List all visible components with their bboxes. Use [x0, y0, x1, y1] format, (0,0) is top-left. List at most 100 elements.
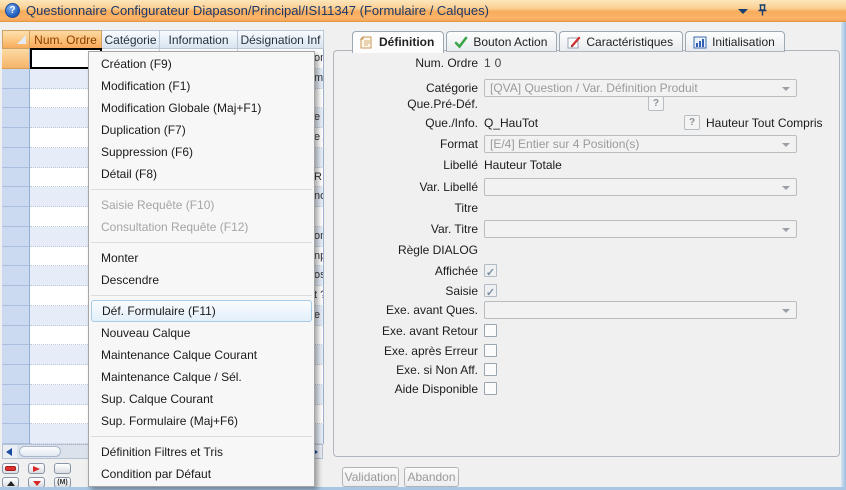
select-all-corner-cell[interactable]	[2, 30, 30, 49]
row-selector[interactable]	[2, 286, 30, 306]
dropdown-value	[490, 179, 776, 195]
field-label-exe-avant-ques: Exe. avant Ques.	[340, 302, 478, 318]
grid-button-run[interactable]	[28, 463, 45, 474]
dropdown-var-titre[interactable]	[484, 220, 797, 238]
abandon-button[interactable]: Abandon	[404, 467, 459, 487]
checkbox-exe-avant-retour[interactable]	[484, 324, 497, 337]
menu-separator	[89, 432, 314, 441]
dropdown-cat-gorie[interactable]: [QVA] Question / Var. Définition Produit	[484, 79, 797, 97]
dropdown-value: [E/4] Entier sur 4 Position(s)	[490, 136, 776, 152]
checkbox-exe-si-non-aff[interactable]	[484, 363, 497, 376]
chevron-down-icon	[782, 309, 790, 313]
row-selector[interactable]	[2, 345, 30, 365]
field-label-libell: Libellé	[340, 157, 478, 173]
question-button-que-pr-d-f[interactable]: ?	[648, 96, 664, 111]
row-selector[interactable]	[2, 207, 30, 227]
field-label-exe-avant-retour: Exe. avant Retour	[340, 323, 478, 339]
corner-triangle-icon	[17, 35, 26, 44]
pin-icon[interactable]	[757, 4, 768, 17]
row-selector[interactable]	[2, 128, 30, 148]
menu-separator	[89, 291, 314, 300]
checkbox-aide-disponible[interactable]	[484, 382, 497, 395]
scroll-left-button[interactable]	[3, 445, 17, 458]
scrollbar-thumb[interactable]	[19, 446, 61, 457]
chevron-down-icon	[782, 228, 790, 232]
question-button-que-info[interactable]: ?	[684, 115, 700, 130]
checkbox-exe-apr-s-erreur[interactable]	[484, 344, 497, 357]
dropdown-value	[490, 221, 776, 237]
row-selector[interactable]	[2, 89, 30, 109]
row-selector[interactable]	[2, 385, 30, 405]
help-icon[interactable]: ?	[5, 3, 20, 18]
field-label-var-libell: Var. Libellé	[340, 179, 478, 195]
scroll-left-icon	[6, 448, 12, 456]
menu-item-suppression-f6[interactable]: Suppression (F6)	[89, 141, 314, 163]
field-label-aide-disponible: Aide Disponible	[340, 381, 478, 397]
row-selector[interactable]	[2, 168, 30, 188]
row-selector[interactable]	[2, 108, 30, 128]
validation-button[interactable]: Validation	[342, 467, 399, 487]
field-label-que-pr-d-f: Que.Pré-Déf.	[340, 96, 478, 112]
row-selector[interactable]	[2, 405, 30, 425]
menu-item-condition-par-d-faut[interactable]: Condition par Défaut	[89, 463, 314, 485]
menu-item-modification-f1[interactable]: Modification (F1)	[89, 75, 314, 97]
column-header-information[interactable]: Information	[160, 30, 238, 49]
tab-definition[interactable]: Définition	[352, 31, 444, 53]
menu-item-d-tail-f8[interactable]: Détail (F8)	[89, 163, 314, 185]
dropdown-var-libell[interactable]	[484, 178, 797, 196]
row-selector[interactable]	[2, 227, 30, 247]
menu-item-descendre[interactable]: Descendre	[89, 269, 314, 291]
row-selector[interactable]	[2, 424, 30, 444]
window-title: Questionnaire Configurateur Diapason/Pri…	[26, 0, 489, 22]
dropdown-format[interactable]: [E/4] Entier sur 4 Position(s)	[484, 135, 797, 153]
column-header-d-signation-inf[interactable]: Désignation Inf	[238, 30, 324, 49]
row-selector[interactable]	[2, 187, 30, 207]
menu-item-consultation-requ-te-f12[interactable]: Consultation Requête (F12)	[89, 216, 314, 238]
grid-button-delete[interactable]	[2, 463, 19, 474]
menu-item-nouveau-calque[interactable]: Nouveau Calque	[89, 322, 314, 344]
grid-button-blank[interactable]	[54, 463, 71, 474]
menu-item-d-finition-filtres-et-tris[interactable]: Définition Filtres et Tris	[89, 441, 314, 463]
menu-item-saisie-requ-te-f10[interactable]: Saisie Requête (F10)	[89, 194, 314, 216]
field-label-r-gle-dialog: Règle DIALOG	[340, 242, 478, 258]
row-selector[interactable]	[2, 326, 30, 346]
field-value-que-info: Q_HauTot	[484, 115, 538, 131]
tab-initialisation[interactable]: Initialisation	[685, 31, 785, 52]
menu-item-monter[interactable]: Monter	[89, 247, 314, 269]
tab-caracteristiques[interactable]: Caractéristiques	[559, 31, 683, 52]
menu-item-maintenance-calque-s-l[interactable]: Maintenance Calque / Sél.	[89, 366, 314, 388]
row-selector[interactable]	[2, 247, 30, 267]
column-header-cat-gorie[interactable]: Catégorie	[102, 30, 160, 49]
field-value-libell: Hauteur Totale	[484, 157, 562, 173]
menu-item-modification-globale-maj-f1[interactable]: Modification Globale (Maj+F1)	[89, 97, 314, 119]
row-selector[interactable]	[2, 365, 30, 385]
menu-item-d-f-formulaire-f11[interactable]: Déf. Formulaire (F11)	[91, 300, 312, 322]
check-mark-icon: ✓	[486, 267, 495, 279]
menu-item-sup-formulaire-maj-f6[interactable]: Sup. Formulaire (Maj+F6)	[89, 410, 314, 432]
row-selector[interactable]	[2, 306, 30, 326]
red-arrow-right-icon	[33, 466, 40, 472]
row-selector[interactable]	[2, 69, 30, 89]
chevron-down-icon[interactable]	[738, 9, 748, 14]
field-label-saisie: Saisie	[340, 283, 478, 299]
app-window: ? Questionnaire Configurateur Diapason/P…	[0, 0, 846, 490]
field-label-exe-apr-s-erreur: Exe. après Erreur	[340, 343, 478, 359]
checkbox-affich-e[interactable]: ✓	[484, 264, 497, 277]
menu-item-cr-ation-f9[interactable]: Création (F9)	[89, 53, 314, 75]
tab-bouton-action[interactable]: Bouton Action	[446, 31, 557, 52]
field-label-num-ordre: Num. Ordre	[340, 55, 478, 71]
menu-item-sup-calque-courant[interactable]: Sup. Calque Courant	[89, 388, 314, 410]
dropdown-exe-avant-ques[interactable]	[484, 301, 797, 319]
row-selector[interactable]	[2, 266, 30, 286]
menu-item-duplication-f7[interactable]: Duplication (F7)	[89, 119, 314, 141]
red-down-triangle-icon	[33, 481, 41, 486]
menu-item-maintenance-calque-courant[interactable]: Maintenance Calque Courant	[89, 344, 314, 366]
row-selector[interactable]	[2, 148, 30, 168]
menu-separator	[89, 185, 314, 194]
column-header-num-ordre[interactable]: Num. Ordre	[30, 30, 102, 49]
chevron-down-icon	[782, 143, 790, 147]
field-value-num-ordre: 10	[484, 55, 505, 71]
row-selector[interactable]	[2, 49, 30, 69]
field-label-format: Format	[340, 136, 478, 152]
checkbox-saisie[interactable]: ✓	[484, 284, 497, 297]
